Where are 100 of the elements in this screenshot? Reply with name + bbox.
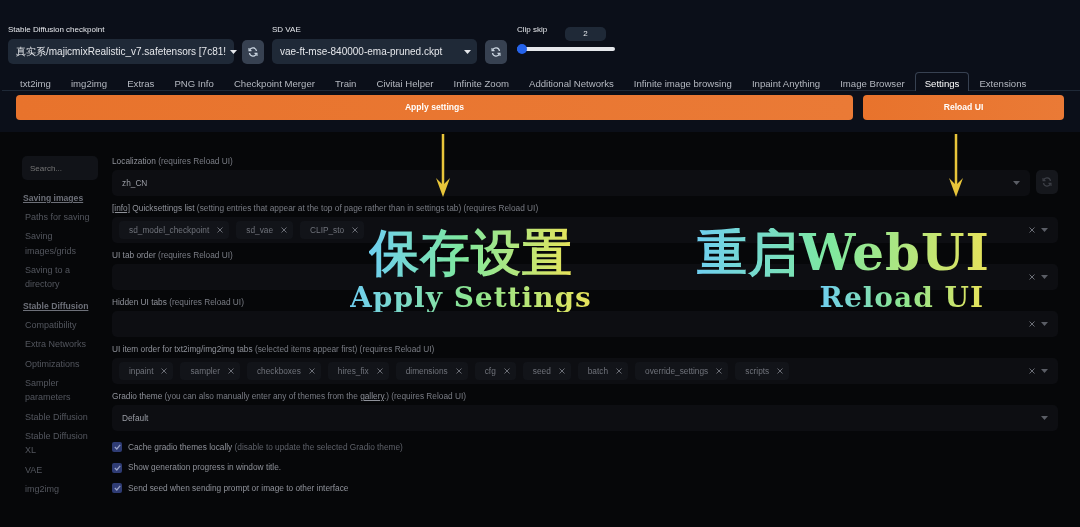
sidebar-item[interactable]: Saving to a directory: [22, 263, 100, 292]
dropdown-select[interactable]: 真实系/majicmixRealistic_v7.safetensors [7c81!: [8, 39, 234, 64]
tab[interactable]: Inpaint Anything: [741, 72, 831, 90]
checkbox-label: Send seed when sending prompt or image to other interface: [128, 481, 349, 495]
close-icon: [455, 368, 462, 374]
search-field[interactable]: Search...: [22, 156, 98, 180]
tab[interactable]: Image Browser: [830, 72, 915, 90]
tag-chip[interactable]: inpaint: [119, 361, 174, 381]
close-icon: [777, 368, 784, 374]
refresh-icon: [248, 47, 258, 57]
tab[interactable]: Settings: [914, 72, 970, 91]
multiselect-field[interactable]: [112, 311, 1058, 337]
field-label: Stable Diffusion checkpoint: [8, 24, 105, 36]
sidebar-item[interactable]: Sampler parameters: [22, 375, 100, 405]
tag-chip[interactable]: cfg: [474, 361, 516, 381]
close-icon: [558, 368, 565, 374]
caret-icon: [1041, 416, 1048, 420]
sidebar-item[interactable]: Saving images/grids: [22, 229, 100, 259]
slider-track[interactable]: [517, 47, 615, 51]
sidebar-item[interactable]: Extra Networks: [22, 337, 100, 352]
slider-thumb[interactable]: [516, 44, 527, 54]
close-icon: [503, 368, 510, 374]
checkbox[interactable]: [112, 483, 122, 494]
refresh-icon: [491, 47, 501, 57]
tab[interactable]: txt2img: [10, 72, 61, 90]
tab[interactable]: Checkpoint Merger: [223, 72, 325, 90]
close-icon: [376, 368, 383, 374]
close-icon: [352, 227, 359, 233]
tab[interactable]: Additional Networks: [519, 72, 624, 90]
tab[interactable]: PNG Info: [164, 72, 224, 90]
tag-chip[interactable]: batch: [577, 361, 629, 381]
close-icon: [1029, 321, 1035, 327]
sidebar-item[interactable]: Paths for saving: [22, 209, 100, 225]
sidebar-item[interactable]: img2img: [22, 482, 100, 497]
caret-icon: [1041, 228, 1048, 232]
reload-ui-button[interactable]: Reload UI: [863, 95, 1064, 120]
close-icon: [616, 368, 623, 374]
tab[interactable]: Train: [324, 72, 367, 90]
sidebar-item[interactable]: VAE: [22, 462, 100, 478]
close-icon: [161, 368, 168, 374]
dropdown-select[interactable]: Default: [112, 405, 1058, 431]
field-label: UI item order for txt2img/img2img tabs (selected items appear first) (requires Reload UI): [112, 344, 436, 355]
sidebar-item[interactable]: Compatibility: [22, 317, 100, 333]
tag-chip[interactable]: sd_model_checkpoint: [119, 220, 230, 240]
tag-chip[interactable]: override_settings: [635, 361, 729, 381]
sidebar-item[interactable]: Stable Diffusion XL: [22, 429, 100, 458]
tag-chip[interactable]: checkboxes: [246, 361, 321, 381]
checkbox-label: Show generation progress in window title.: [128, 461, 282, 474]
tag-chip[interactable]: sd_vae: [236, 220, 294, 240]
close-icon: [1029, 274, 1035, 280]
tab[interactable]: Civitai Helper: [366, 72, 444, 90]
field-label: Clip skip: [517, 24, 548, 36]
caret-icon: [1041, 275, 1048, 279]
field-label: SD VAE: [272, 24, 301, 36]
tag-chip[interactable]: hires_fix: [327, 361, 389, 381]
check-icon: [113, 444, 121, 451]
checkbox[interactable]: [112, 442, 122, 453]
multiselect-field[interactable]: inpaint sampler checkboxes hires_fix dimensions cfg seed batch override_settings scripts: [112, 358, 1058, 384]
tag-chip[interactable]: CLIP_sto: [300, 220, 365, 240]
tag-chip[interactable]: seed: [522, 361, 571, 381]
tab[interactable]: img2img: [60, 72, 118, 90]
caret-icon: [1041, 369, 1048, 373]
apply-settings-button[interactable]: Apply settings: [16, 95, 853, 120]
refresh-button[interactable]: [242, 40, 264, 64]
number-input[interactable]: 2: [565, 27, 606, 41]
close-icon: [308, 368, 315, 374]
caret-icon: [1013, 181, 1020, 185]
refresh-icon: [1042, 177, 1052, 187]
tab[interactable]: Infinite Zoom: [443, 72, 519, 90]
sidebar-heading[interactable]: Stable Diffusion: [23, 299, 100, 313]
tag-chip[interactable]: sampler: [180, 361, 240, 381]
tab[interactable]: Extras: [117, 72, 165, 90]
dropdown-select[interactable]: zh_CN: [112, 170, 1030, 196]
dropdown-select[interactable]: vae-ft-mse-840000-ema-pruned.ckpt: [272, 39, 477, 64]
caret-icon: [1041, 322, 1048, 326]
close-icon: [281, 227, 288, 233]
check-icon: [113, 485, 121, 492]
refresh-button[interactable]: [485, 40, 507, 64]
field-label: UI tab order (requires Reload UI): [112, 250, 234, 261]
gallery-link[interactable]: gallery: [360, 391, 384, 401]
check-icon: [113, 464, 121, 471]
caret-icon: [230, 49, 238, 54]
tab[interactable]: Extensions: [969, 72, 1037, 90]
field-label: [info] Quicksettings list (setting entries that appear at the top of page rather than in settings tab) (requires Reload UI): [112, 203, 540, 214]
close-icon: [716, 368, 723, 374]
sidebar-item[interactable]: Optimizations: [22, 356, 100, 371]
field-label: Hidden UI tabs (requires Reload UI): [112, 297, 245, 308]
arrow-icon: [948, 134, 964, 198]
tag-chip[interactable]: dimensions: [395, 361, 468, 381]
close-icon: [217, 227, 224, 233]
sidebar-heading[interactable]: Saving images: [23, 192, 100, 205]
sidebar-item[interactable]: Stable Diffusion: [22, 409, 100, 425]
tab[interactable]: Infinite image browsing: [623, 72, 742, 90]
checkbox[interactable]: [112, 462, 122, 473]
field-label: Localization (requires Reload UI): [112, 156, 234, 167]
caret-icon: [464, 49, 471, 54]
close-icon: [1029, 227, 1035, 233]
tag-chip[interactable]: scripts: [735, 361, 790, 381]
close-icon: [227, 368, 234, 374]
info-link[interactable]: [info]: [112, 203, 130, 213]
